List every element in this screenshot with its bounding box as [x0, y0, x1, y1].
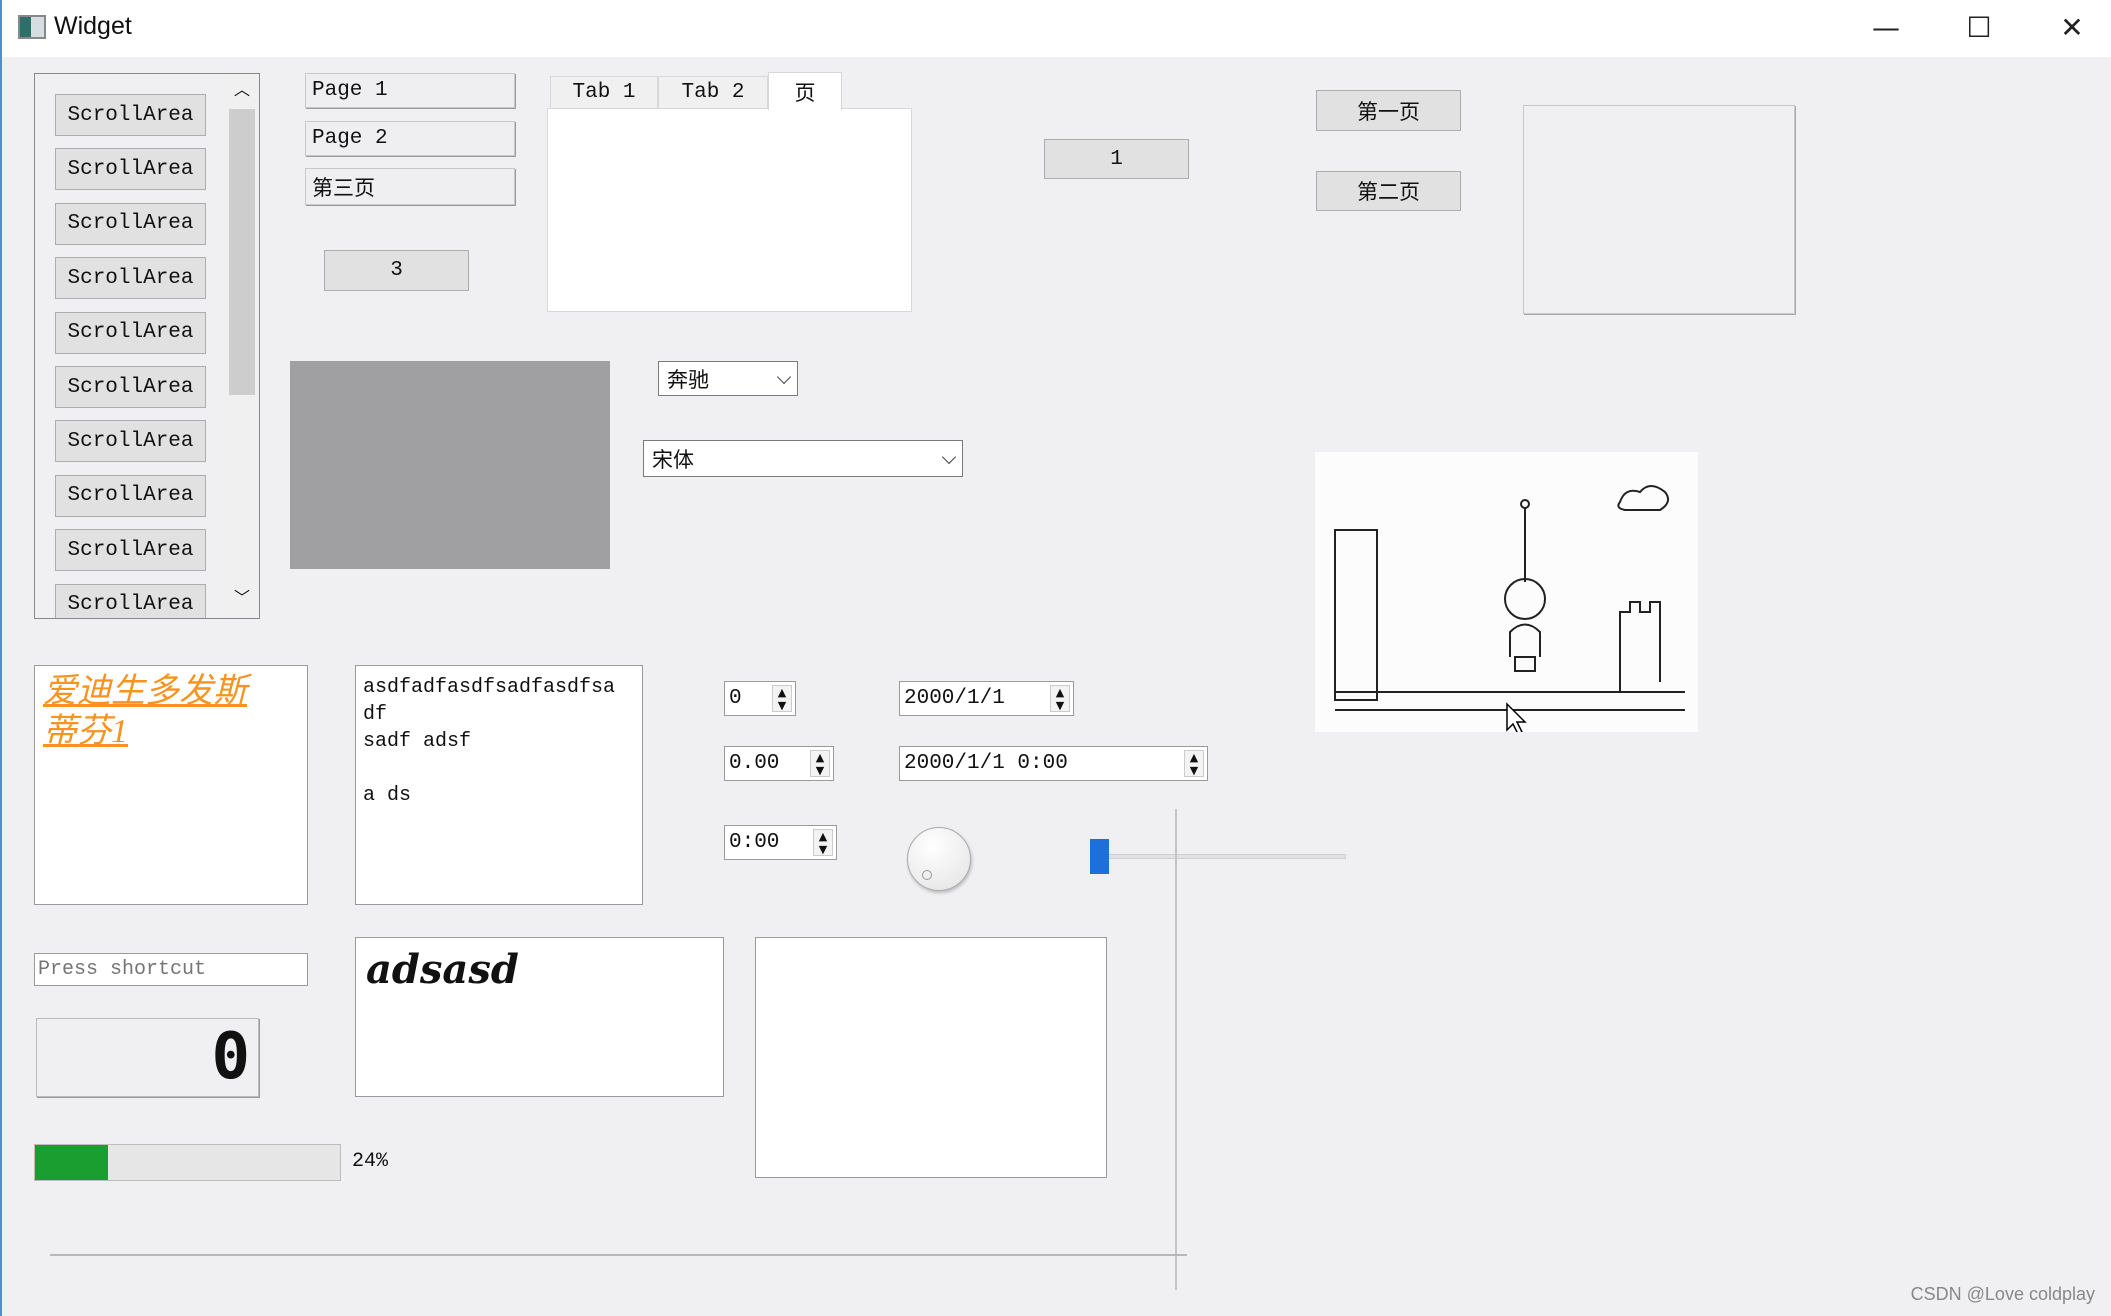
spin-value: 2000/1/1 0:00	[904, 752, 1068, 775]
tab-pane	[547, 108, 912, 312]
doodle-image	[1315, 452, 1698, 732]
scrollbar-thumb[interactable]	[229, 109, 255, 395]
toolbox-page-3[interactable]: 第三页	[305, 168, 515, 205]
link-label-line: 蒂芬1	[43, 713, 128, 750]
spin-arrows-icon[interactable]: ▲ ▼	[1050, 685, 1070, 712]
double-spinbox[interactable]: 0.00 ▲ ▼	[724, 746, 834, 781]
progress-bar	[34, 1144, 341, 1181]
scroll-area-button[interactable]: ScrollArea	[55, 583, 206, 618]
text-line: a ds	[363, 784, 412, 807]
gray-box	[290, 361, 610, 569]
scroll-area-button[interactable]: ScrollArea	[55, 257, 206, 300]
chevron-down-icon	[776, 369, 792, 384]
tab-1[interactable]: Tab 1	[550, 76, 658, 109]
font-combobox[interactable]: 宋体	[643, 440, 963, 477]
toolbox-page-1[interactable]: Page 1	[305, 73, 515, 108]
app-icon	[18, 15, 46, 39]
scroll-down-icon[interactable]: ﹀	[229, 584, 255, 608]
combo-value: 宋体	[652, 450, 694, 474]
progress-fill	[35, 1145, 109, 1180]
lcd-number: 0	[36, 1018, 259, 1097]
scroll-area-button[interactable]: ScrollArea	[55, 420, 206, 463]
stack-button-1[interactable]: 1	[1044, 139, 1189, 179]
link-label[interactable]: 爱迪生多发斯 蒂芬1	[34, 665, 308, 905]
scroll-area-button[interactable]: ScrollArea	[55, 311, 206, 354]
key-sequence-edit[interactable]	[34, 953, 308, 986]
first-page-button[interactable]: 第一页	[1316, 90, 1461, 131]
text-line: asdfadfasdfsadfasdfsa	[363, 676, 616, 699]
dial-notch-icon	[922, 870, 932, 880]
link-label-line: 爱迪生多发斯	[43, 673, 247, 710]
scroll-area-button[interactable]: ScrollArea	[55, 148, 206, 191]
horizontal-line	[50, 1254, 1187, 1256]
spin-value: 2000/1/1	[904, 687, 1005, 710]
text-line: sadf adsf	[363, 730, 472, 753]
time-edit[interactable]: 0:00 ▲ ▼	[724, 825, 837, 860]
stacked-frame	[1523, 105, 1795, 314]
title-bar	[2, 0, 2111, 57]
slider-groove[interactable]	[1090, 854, 1346, 859]
scrollbar[interactable]: ︿ ﹀	[225, 74, 259, 618]
maximize-button[interactable]: ☐	[1959, 8, 1999, 48]
text-line: df	[363, 703, 388, 726]
progress-label: 24%	[352, 1150, 389, 1173]
plain-text-edit[interactable]: asdfadfasdfsadfasdfsa df sadf adsf a ds	[355, 665, 643, 905]
spin-arrows-icon[interactable]: ▲ ▼	[1184, 750, 1204, 777]
tab-2[interactable]: Tab 2	[658, 76, 768, 109]
datetime-edit[interactable]: 2000/1/1 0:00 ▲ ▼	[899, 746, 1208, 781]
scroll-area-button[interactable]: ScrollArea	[55, 202, 206, 245]
second-page-button[interactable]: 第二页	[1316, 171, 1461, 211]
spin-arrows-icon[interactable]: ▲ ▼	[810, 750, 830, 777]
watermark: CSDN @Love coldplay	[1910, 1284, 2095, 1304]
window-title: Widget	[54, 12, 132, 40]
scroll-area-button[interactable]: ScrollArea	[55, 366, 206, 408]
close-button[interactable]: ✕	[2052, 8, 2092, 48]
tab-3-selected[interactable]: 页	[768, 72, 842, 110]
dial[interactable]	[907, 827, 971, 891]
scroll-up-icon[interactable]: ︿	[229, 76, 255, 100]
vertical-line	[1175, 809, 1177, 1290]
int-spinbox[interactable]: 0 ▲ ▼	[724, 681, 796, 716]
spin-value: 0.00	[729, 752, 780, 775]
scroll-area-button[interactable]: ScrollArea	[55, 529, 206, 572]
spin-arrows-icon[interactable]: ▲ ▼	[813, 829, 833, 856]
date-edit[interactable]: 2000/1/1 ▲ ▼	[899, 681, 1074, 716]
minimize-button[interactable]: —	[1866, 8, 1906, 48]
scroll-area-button[interactable]: ScrollArea	[55, 94, 206, 136]
spin-value: 0	[729, 687, 742, 710]
spin-arrows-icon[interactable]: ▲ ▼	[772, 685, 792, 712]
scroll-area-button[interactable]: ScrollArea	[55, 474, 206, 517]
scroll-area: ScrollArea ScrollArea ScrollArea ScrollArea…	[34, 73, 260, 619]
combo-value: 奔驰	[667, 370, 709, 394]
button-3[interactable]: 3	[324, 250, 469, 291]
empty-text-box[interactable]	[755, 937, 1107, 1178]
chevron-down-icon	[941, 449, 957, 464]
car-combobox[interactable]: 奔驰	[658, 361, 798, 396]
toolbox-page-2[interactable]: Page 2	[305, 121, 515, 156]
slider-handle[interactable]	[1090, 839, 1109, 874]
spin-value: 0:00	[729, 831, 780, 854]
text-line	[363, 755, 635, 782]
rich-text-edit[interactable]: adsasd	[355, 937, 724, 1097]
